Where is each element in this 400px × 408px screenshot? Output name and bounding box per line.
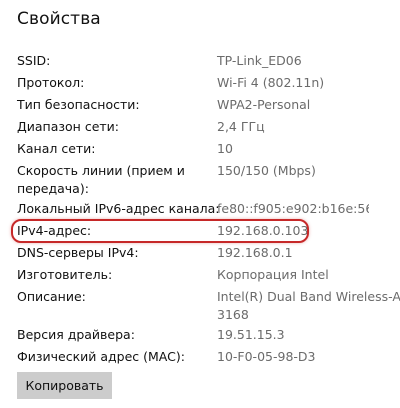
network-properties-panel: Свойства SSID: TP-Link_ED06 Протокол: Wi… bbox=[0, 0, 400, 408]
property-value: 192.168.0.1 bbox=[217, 245, 293, 260]
property-value: 150/150 (Mbps) bbox=[217, 163, 316, 178]
property-value: TP-Link_ED06 bbox=[217, 53, 302, 68]
property-value: 10 bbox=[217, 141, 233, 156]
property-label: Тип безопасности: bbox=[17, 97, 140, 112]
property-value: 10-F0-05-98-D3 bbox=[217, 349, 316, 364]
property-value: 2,4 ГГц bbox=[217, 119, 265, 134]
property-label: Версия драйвера: bbox=[17, 327, 135, 342]
property-label: Физический адрес (MAC): bbox=[17, 349, 185, 364]
property-label-line2: передача): bbox=[17, 181, 89, 196]
property-value: fe80::f905:e902:b16e:56c6% bbox=[217, 201, 369, 216]
property-value: WPA2-Personal bbox=[217, 97, 311, 112]
property-label: Диапазон сети: bbox=[17, 119, 120, 134]
properties-list: SSID: TP-Link_ED06 Протокол: Wi-Fi 4 (80… bbox=[0, 0, 400, 408]
copy-button[interactable]: Копировать bbox=[17, 372, 112, 399]
property-value: Корпорация Intel bbox=[217, 267, 329, 282]
property-label-line1: Скорость линии (прием и bbox=[17, 163, 185, 178]
property-value: 19.51.15.3 bbox=[217, 327, 285, 342]
property-label: Канал сети: bbox=[17, 141, 96, 156]
property-label: Описание: bbox=[17, 289, 86, 304]
property-value-line1: Intel(R) Dual Band Wireless-AC bbox=[217, 289, 400, 304]
property-label: SSID: bbox=[17, 53, 51, 68]
property-label: Протокол: bbox=[17, 75, 85, 90]
property-label: DNS-серверы IPv4: bbox=[17, 245, 139, 260]
property-label: Локальный IPv6-адрес канала: bbox=[17, 201, 220, 216]
property-value-line2: 3168 bbox=[217, 307, 249, 322]
ipv4-highlight-annotation bbox=[11, 219, 309, 243]
property-value: Wi-Fi 4 (802.11n) bbox=[217, 75, 325, 90]
property-label: Изготовитель: bbox=[17, 267, 113, 282]
